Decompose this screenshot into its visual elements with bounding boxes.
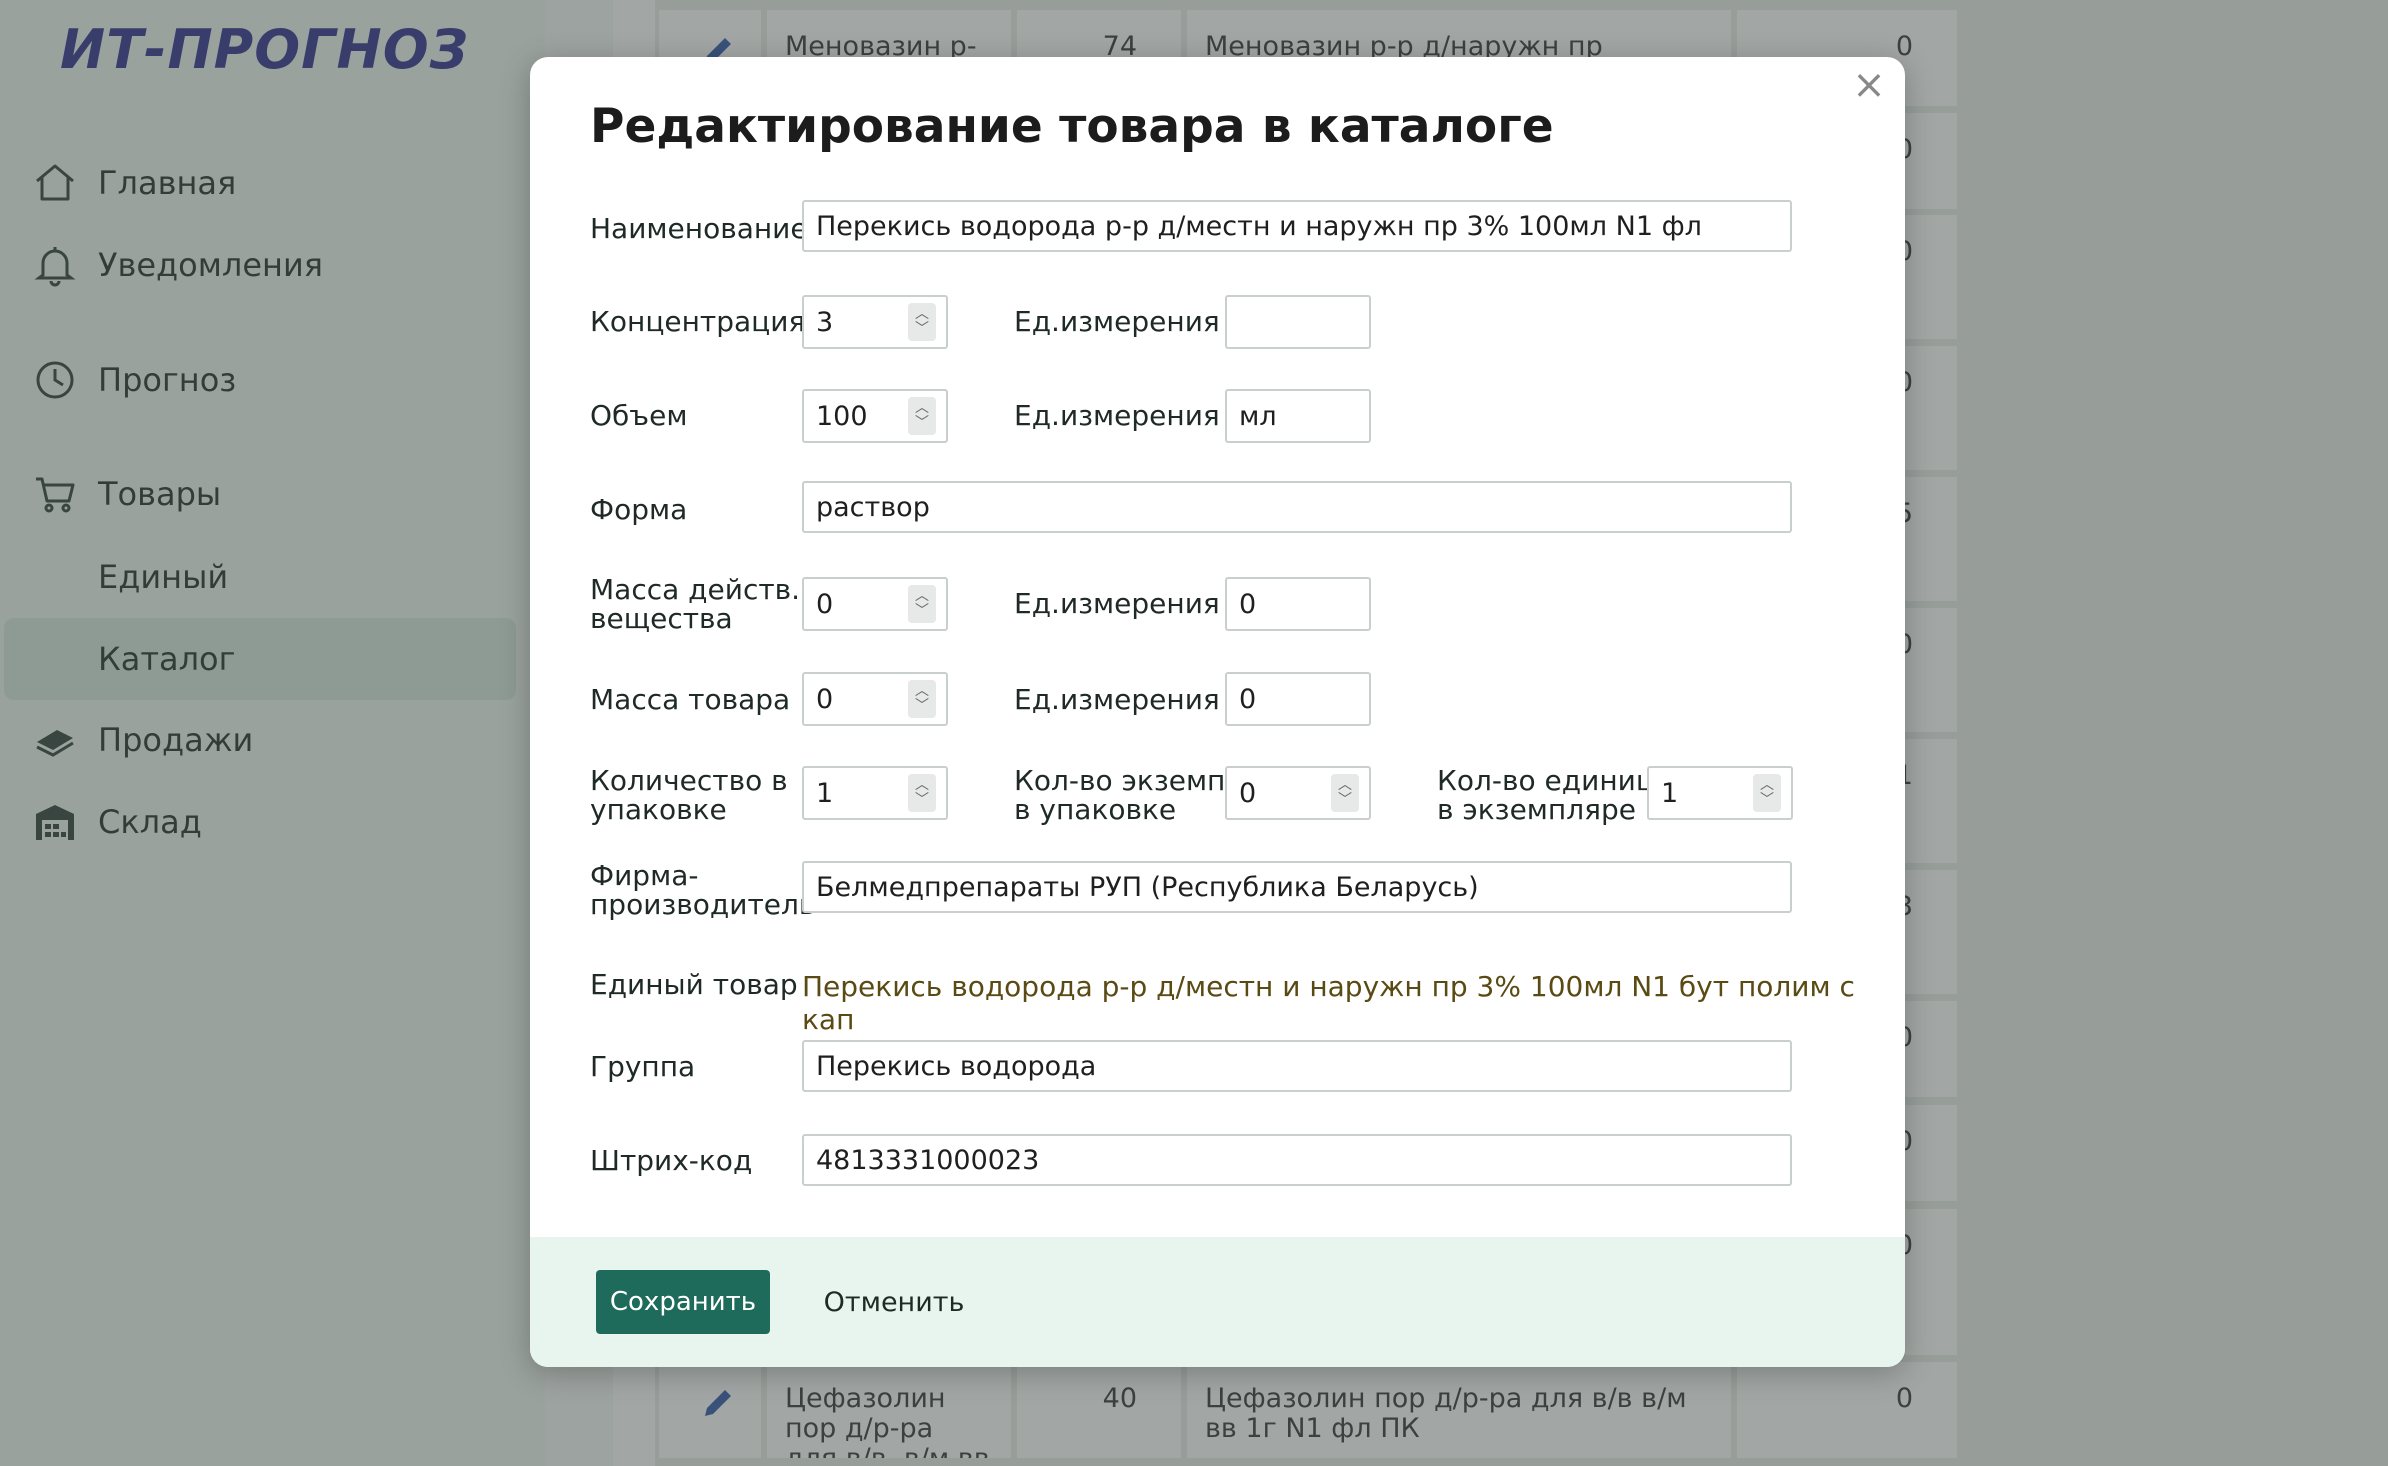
spinner-arrows-icon[interactable]: ︿ ﹀ — [908, 397, 936, 435]
volume-unit-label: Ед.измерения — [1014, 399, 1220, 432]
active-mass-unit-label: Ед.измерения — [1014, 587, 1220, 620]
cancel-button[interactable]: Отменить — [814, 1270, 974, 1334]
manufacturer-field[interactable] — [802, 861, 1792, 913]
active-mass-stepper[interactable]: ︿﹀ — [802, 577, 948, 631]
product-mass-unit-label: Ед.измерения — [1014, 683, 1220, 716]
concentration-unit-field[interactable] — [1225, 295, 1371, 349]
spinner-arrows-icon[interactable]: ︿ ﹀ — [1331, 774, 1359, 812]
spinner-arrows-icon[interactable]: ︿ ﹀ — [1753, 774, 1781, 812]
units-in-instance-stepper[interactable]: ︿﹀ — [1647, 766, 1793, 820]
barcode-field[interactable] — [802, 1134, 1792, 1186]
units-in-instance-label: Кол-во единиц в экземпляре — [1437, 764, 1655, 826]
spinner-arrows-icon[interactable]: ︿ ﹀ — [908, 680, 936, 718]
pack-qty-stepper[interactable]: ︿﹀ — [802, 766, 948, 820]
instances-in-pack-stepper[interactable]: ︿﹀ — [1225, 766, 1371, 820]
barcode-label: Штрих-код — [590, 1144, 753, 1177]
dialog-footer: Сохранить Отменить — [530, 1237, 1905, 1367]
pack-qty-label: Количество в упаковке — [590, 764, 788, 826]
spinner-arrows-icon[interactable]: ︿ ﹀ — [908, 774, 936, 812]
manufacturer-label: Фирма- производитель — [590, 859, 816, 921]
instances-in-pack-label: Кол-во экземп. в упаковке — [1014, 764, 1235, 826]
form-label: Форма — [590, 493, 688, 526]
unified-product-label: Единый товар — [590, 968, 798, 1001]
product-mass-stepper[interactable]: ︿﹀ — [802, 672, 948, 726]
unified-product-link[interactable]: Перекись водорода р-р д/местн и наружн п… — [802, 970, 1905, 1036]
spinner-arrows-icon[interactable]: ︿ ﹀ — [908, 585, 936, 623]
form-field[interactable] — [802, 481, 1792, 533]
group-field[interactable] — [802, 1040, 1792, 1092]
volume-label: Объем — [590, 399, 688, 432]
concentration-unit-label: Ед.измерения — [1014, 305, 1220, 338]
product-mass-unit-field[interactable] — [1225, 672, 1371, 726]
active-mass-label: Масса действ. вещества — [590, 573, 801, 635]
close-icon[interactable]: × — [1847, 63, 1891, 107]
volume-unit-field[interactable] — [1225, 389, 1371, 443]
volume-stepper[interactable]: ︿﹀ — [802, 389, 948, 443]
save-button[interactable]: Сохранить — [596, 1270, 770, 1334]
edit-product-dialog: × Редактирование товара в каталоге Наиме… — [530, 57, 1905, 1367]
concentration-label: Концентрация — [590, 305, 806, 338]
dialog-title: Редактирование товара в каталоге — [590, 99, 1554, 154]
name-field[interactable] — [802, 200, 1792, 252]
product-mass-label: Масса товара — [590, 683, 791, 716]
concentration-stepper[interactable]: ︿﹀ — [802, 295, 948, 349]
group-label: Группа — [590, 1050, 696, 1083]
active-mass-unit-field[interactable] — [1225, 577, 1371, 631]
spinner-arrows-icon[interactable]: ︿ ﹀ — [908, 303, 936, 341]
name-label: Наименование — [590, 212, 808, 245]
